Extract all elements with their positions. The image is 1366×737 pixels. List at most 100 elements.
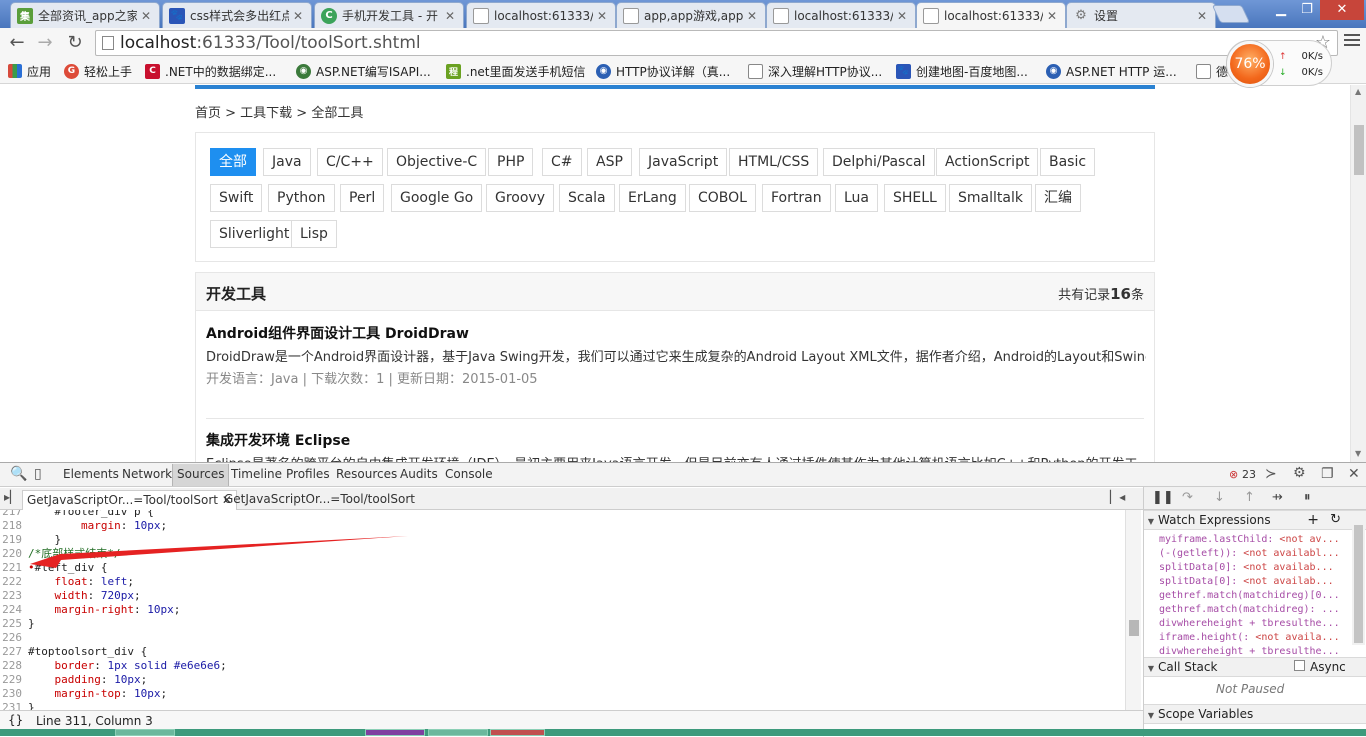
browser-tab-6[interactable]: localhost:61333/ ✕ (766, 2, 916, 28)
bookmark-item[interactable]: 程 .net里面发送手机短信 (446, 62, 586, 80)
window-close-button[interactable]: ✕ (1320, 0, 1364, 20)
lang-filter[interactable]: Java (263, 148, 311, 176)
lang-filter[interactable]: Swift (210, 184, 263, 212)
taskbar-item[interactable] (428, 729, 488, 736)
lang-filter[interactable]: Google Go (391, 184, 483, 212)
bookmark-item[interactable]: G 轻松上手 (64, 62, 132, 80)
reload-icon[interactable]: ↻ (64, 32, 86, 54)
code-line[interactable]: 226 (0, 631, 1125, 645)
devtools-tab-timeline[interactable]: Timeline (231, 467, 282, 481)
refresh-icon[interactable]: ↻ (1330, 511, 1341, 529)
code-line[interactable]: 227 #toptoolsort_div { (0, 645, 1125, 659)
step-out-icon[interactable]: ↑ (1244, 490, 1255, 505)
scroll-down-icon[interactable]: ▼ (1355, 449, 1361, 458)
file-tab[interactable]: GetJavaScriptOr...=Tool/toolSort (220, 490, 419, 510)
browser-tab-8[interactable]: ⚙ 设置 ✕ (1066, 2, 1216, 28)
gear-icon[interactable]: ⚙ (1293, 465, 1306, 481)
line-number[interactable]: 229 (0, 673, 28, 687)
network-speed-widget[interactable]: 76% ↑ 0K/s ↓ 0K/s (1226, 40, 1332, 87)
watch-expression[interactable]: gethref.match(matchidreg): ... (1159, 603, 1345, 617)
lang-filter[interactable]: ASP (587, 148, 632, 176)
bookmark-apps[interactable]: 应用 (8, 62, 51, 80)
lang-filter[interactable]: ActionScript (936, 148, 1039, 176)
minimize-button[interactable]: ▁ (1268, 0, 1294, 20)
page-scrollbar[interactable]: ▲ ▼ (1350, 85, 1366, 462)
browser-tab-1[interactable]: 集 全部资讯_app之家 ✕ (10, 2, 160, 28)
device-mode-icon[interactable]: ▯ (34, 466, 42, 482)
browser-tab-2[interactable]: 🐾 css样式会多出红点 ✕ (162, 2, 312, 28)
lang-filter[interactable]: SHELL (884, 184, 946, 212)
code-line[interactable]: 218 margin: 10px; (0, 519, 1125, 533)
code-line[interactable]: 231} (0, 701, 1125, 710)
line-number[interactable]: 223 (0, 589, 28, 603)
watch-expression[interactable]: splitData[0]: <not availab... (1159, 575, 1345, 589)
close-icon[interactable]: ✕ (897, 9, 909, 23)
lang-filter[interactable]: Objective-C (387, 148, 487, 176)
code-line[interactable]: 229 padding: 10px; (0, 673, 1125, 687)
deactivate-breakpoints-icon[interactable]: ⇸ (1272, 490, 1283, 505)
watch-expressions-header[interactable]: ▼ Watch Expressions + ↻ (1144, 510, 1366, 530)
lang-filter[interactable]: COBOL (689, 184, 756, 212)
lang-filter[interactable]: Lua (835, 184, 879, 212)
lang-filter[interactable]: Sliverlight (210, 220, 299, 248)
line-number[interactable]: 221 (0, 561, 28, 575)
lang-filter[interactable]: JavaScript (639, 148, 728, 176)
lang-filter[interactable]: Fortran (762, 184, 831, 212)
close-icon[interactable]: ✕ (597, 9, 609, 23)
lang-filter[interactable]: Scala (559, 184, 615, 212)
watch-expression[interactable]: myiframe.lastChild: <not av... (1159, 533, 1345, 547)
bookmark-item[interactable]: C .NET中的数据绑定... (145, 62, 276, 80)
lang-filter[interactable]: Basic (1040, 148, 1096, 176)
console-drawer-icon[interactable]: ≻ (1265, 466, 1277, 482)
taskbar-item[interactable] (490, 729, 545, 736)
lang-filter[interactable]: C/C++ (317, 148, 383, 176)
step-over-icon[interactable]: ↷ (1182, 490, 1193, 505)
code-line[interactable]: 228 border: 1px solid #e6e6e6; (0, 659, 1125, 673)
browser-tab-3[interactable]: C 手机开发工具 - 开 ✕ (314, 2, 464, 28)
lang-filter-all[interactable]: 全部 (210, 148, 256, 176)
line-number[interactable]: 217 (0, 510, 28, 519)
line-number[interactable]: 231 (0, 701, 28, 710)
devtools-tab-sources[interactable]: Sources (172, 464, 230, 486)
close-icon[interactable]: ✕ (293, 9, 305, 23)
line-number[interactable]: 228 (0, 659, 28, 673)
watch-expression[interactable]: iframe.height(: <not availa... (1159, 631, 1345, 645)
lang-filter[interactable]: Smalltalk (949, 184, 1032, 212)
devtools-tab-console[interactable]: Console (445, 467, 493, 481)
navigator-toggle-icon[interactable]: ▸▏ (4, 490, 19, 504)
tool-item-title[interactable]: 集成开发环境 Eclipse (206, 430, 350, 450)
close-icon[interactable]: ✕ (445, 9, 457, 23)
line-number[interactable]: 225 (0, 617, 28, 631)
close-icon[interactable]: ✕ (1047, 9, 1059, 23)
browser-tab-5[interactable]: app,app游戏,app ✕ (616, 2, 766, 28)
code-scrollbar-thumb[interactable] (1129, 620, 1139, 636)
code-line[interactable]: 217 #footer_div p { (0, 510, 1125, 519)
pretty-print-icon[interactable]: {} (8, 713, 23, 727)
step-into-icon[interactable]: ↓ (1214, 490, 1225, 505)
devtools-tab-elements[interactable]: Elements (63, 467, 119, 481)
new-tab-button[interactable] (1211, 5, 1251, 23)
maximize-button[interactable]: ❐ (1294, 0, 1320, 20)
page-scrollbar-thumb[interactable] (1354, 125, 1364, 175)
code-line[interactable]: 222 float: left; (0, 575, 1125, 589)
debugger-toggle-icon[interactable]: ▏◂ (1110, 490, 1125, 504)
code-line[interactable]: 223 width: 720px; (0, 589, 1125, 603)
devtools-tab-resources[interactable]: Resources (336, 467, 397, 481)
lang-filter[interactable]: Groovy (486, 184, 554, 212)
tool-item-title[interactable]: Android组件界面设计工具 DroidDraw (206, 323, 469, 343)
address-bar[interactable]: localhost:61333/Tool/toolSort.shtml ☆ (95, 30, 1338, 56)
bookmark-item[interactable]: 🐾 创建地图-百度地图... (896, 62, 1028, 80)
bookmark-item[interactable]: 深入理解HTTP协议... (748, 62, 882, 80)
lang-filter[interactable]: C# (542, 148, 582, 176)
inspect-icon[interactable]: 🔍 (10, 466, 27, 482)
lang-filter[interactable]: HTML/CSS (729, 148, 819, 176)
close-icon[interactable]: ✕ (747, 9, 759, 23)
error-icon[interactable]: ⊗ (1229, 468, 1238, 481)
bookmark-item[interactable]: ◉ ASP.NET编写ISAPI... (296, 62, 431, 80)
menu-icon[interactable] (1344, 34, 1360, 50)
bookmark-item[interactable]: ◉ HTTP协议详解（真... (596, 62, 730, 80)
watch-expression[interactable]: splitData[0]: <not availab... (1159, 561, 1345, 575)
line-number[interactable]: 222 (0, 575, 28, 589)
dock-icon[interactable]: ❐ (1321, 466, 1334, 482)
async-checkbox[interactable] (1294, 660, 1305, 671)
